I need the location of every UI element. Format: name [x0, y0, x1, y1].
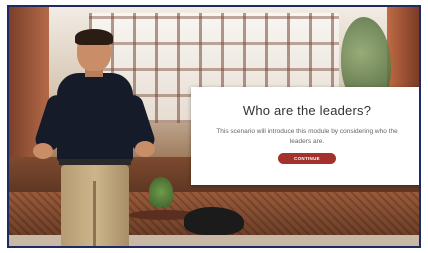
sleeping-cat — [184, 207, 244, 235]
course-slide-frame: Who are the leaders? This scenario will … — [7, 5, 421, 248]
presenter-figure — [31, 29, 158, 246]
presenter-hair — [75, 29, 113, 45]
dialog-title: Who are the leaders? — [242, 103, 372, 118]
presenter-right-hand — [135, 141, 155, 157]
presenter-pants-seam — [93, 181, 96, 246]
continue-button[interactable]: CONTINUE — [278, 153, 336, 164]
dialog-body-text: This scenario will introduce this module… — [216, 128, 398, 145]
presenter-left-hand — [33, 143, 53, 159]
intro-dialog: Who are the leaders? This scenario will … — [191, 87, 419, 185]
presenter-torso — [57, 73, 133, 163]
table-plant — [149, 177, 173, 207]
